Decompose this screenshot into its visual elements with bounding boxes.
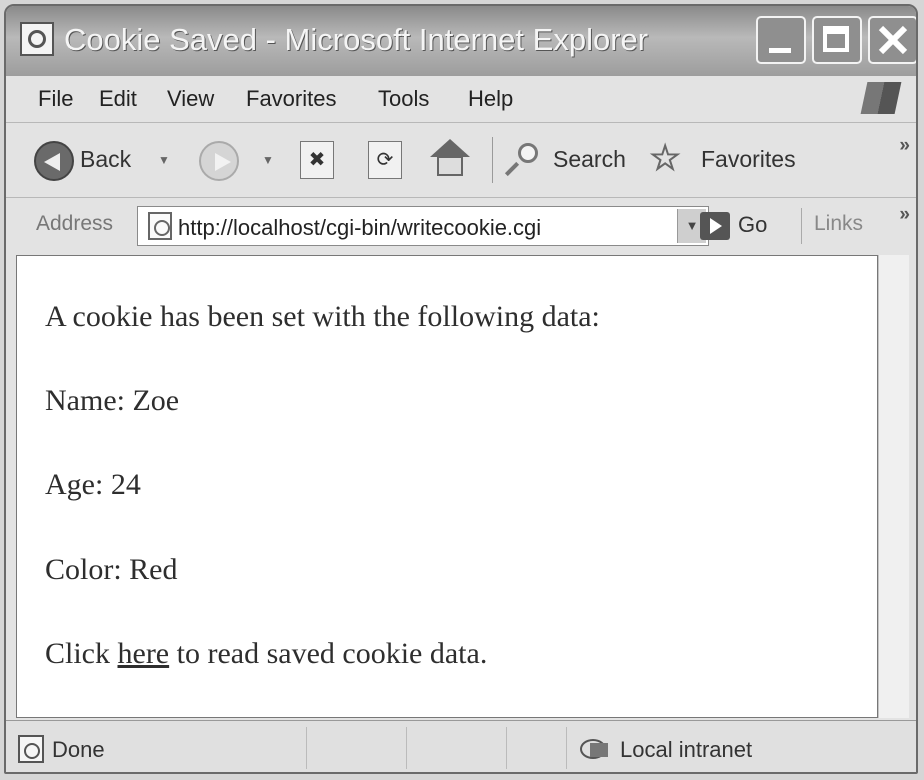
status-separator	[506, 727, 507, 769]
ie-page-icon	[18, 735, 44, 763]
search-button-label[interactable]: Search	[553, 146, 626, 173]
address-label: Address	[36, 212, 114, 235]
maximize-button[interactable]	[812, 16, 862, 64]
forward-arrow-icon[interactable]	[199, 141, 239, 181]
vertical-scrollbar[interactable]	[878, 255, 909, 718]
window-title: Cookie Saved - Microsoft Internet Explor…	[64, 22, 649, 57]
menu-edit[interactable]: Edit	[99, 86, 137, 112]
standard-toolbar: Back ▼ ▼ ✖ ⟳ Search ☆ Favorites »	[6, 123, 916, 198]
here-link[interactable]: here	[118, 637, 170, 670]
click-prefix: Click	[45, 637, 118, 670]
minimize-button[interactable]	[756, 16, 806, 64]
page-content: A cookie has been set with the following…	[16, 255, 878, 718]
toolbar-overflow-chevron[interactable]: »	[899, 135, 910, 157]
ie-page-icon	[148, 212, 172, 240]
browser-window: Cookie Saved - Microsoft Internet Explor…	[4, 4, 918, 774]
title-bar[interactable]: Cookie Saved - Microsoft Internet Explor…	[6, 6, 916, 76]
status-text: Done	[52, 737, 105, 762]
status-separator	[566, 727, 567, 769]
links-button[interactable]: Links	[814, 212, 863, 236]
stop-icon[interactable]: ✖	[300, 141, 334, 179]
menu-favorites[interactable]: Favorites	[246, 86, 336, 112]
home-icon[interactable]	[430, 139, 470, 179]
favorites-star-icon[interactable]: ☆	[648, 137, 681, 179]
back-button-label[interactable]: Back	[80, 146, 131, 173]
url-text[interactable]: http://localhost/cgi-bin/writecookie.cgi	[178, 215, 541, 241]
menu-file[interactable]: File	[38, 86, 73, 112]
ie-page-icon	[20, 22, 54, 56]
forward-history-dropdown[interactable]: ▼	[262, 153, 274, 167]
read-cookie-sentence: Click here to read saved cookie data.	[45, 637, 487, 671]
go-button-label[interactable]: Go	[738, 212, 767, 238]
menu-view[interactable]: View	[167, 86, 214, 112]
security-zone-text: Local intranet	[620, 737, 753, 762]
menu-tools[interactable]: Tools	[378, 86, 429, 112]
click-suffix: to read saved cookie data.	[169, 637, 488, 670]
windows-logo-icon	[860, 82, 902, 114]
address-input[interactable]: http://localhost/cgi-bin/writecookie.cgi…	[137, 206, 709, 246]
close-button[interactable]	[868, 16, 916, 64]
address-bar: Address http://localhost/cgi-bin/writeco…	[6, 198, 916, 254]
refresh-icon[interactable]: ⟳	[368, 141, 402, 179]
back-history-dropdown[interactable]: ▼	[158, 153, 170, 167]
toolbar-separator	[492, 137, 493, 183]
age-line: Age: 24	[45, 468, 141, 501]
links-separator	[801, 208, 802, 244]
status-separator	[406, 727, 407, 769]
color-line: Color: Red	[45, 553, 178, 586]
search-icon[interactable]	[504, 141, 542, 179]
intro-text: A cookie has been set with the following…	[45, 300, 600, 333]
status-bar: Done Local intranet	[6, 720, 916, 772]
menu-help[interactable]: Help	[468, 86, 513, 112]
status-separator	[306, 727, 307, 769]
local-intranet-icon	[580, 735, 612, 763]
name-line: Name: Zoe	[45, 384, 180, 417]
go-arrow-icon[interactable]	[700, 212, 730, 240]
back-arrow-icon[interactable]	[34, 141, 74, 181]
menu-bar: File Edit View Favorites Tools Help	[6, 76, 916, 123]
favorites-button-label[interactable]: Favorites	[701, 146, 796, 173]
links-overflow-chevron[interactable]: »	[899, 204, 910, 226]
